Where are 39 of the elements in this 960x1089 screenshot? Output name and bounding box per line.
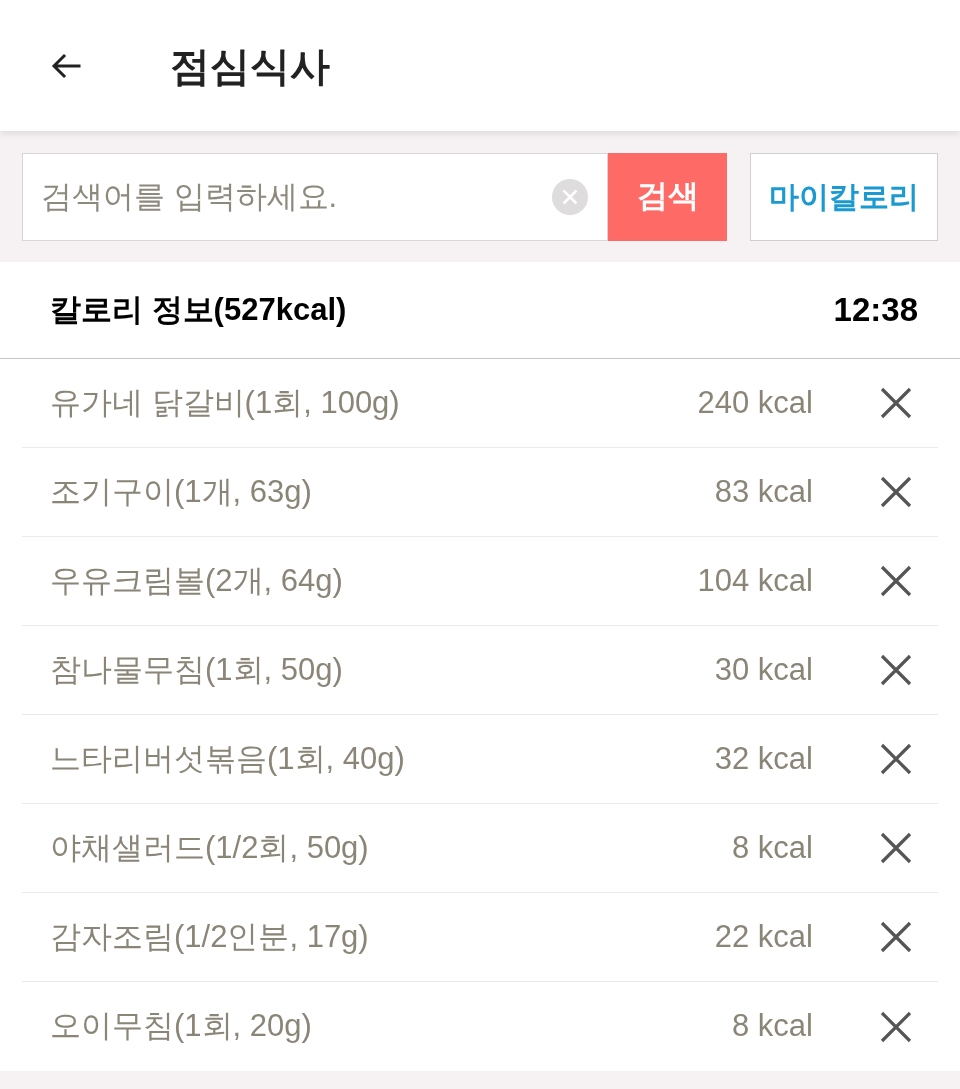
meal-time: 12:38 [833,290,918,331]
delete-button[interactable] [879,475,913,509]
delete-button[interactable] [879,831,913,865]
food-name: 조기구이(1개, 63g) [50,472,313,511]
close-icon [880,565,912,597]
food-name: 오이무침(1회, 20g) [50,1007,313,1046]
delete-button[interactable] [879,1009,913,1044]
food-calories: 8 kcal [732,1007,813,1046]
search-field[interactable]: 검색어를 입력하세요. [22,152,609,241]
food-name: 우유크림볼(2개, 64g) [50,561,344,600]
close-icon [880,1010,912,1043]
food-name: 느타리버섯볶음(1회, 40g) [50,739,406,778]
food-calories: 240 kcal [697,383,813,422]
close-icon [880,921,912,953]
close-icon [880,476,912,508]
food-calories: 83 kcal [714,472,813,511]
my-calorie-button[interactable]: 마이칼로리 [750,152,938,241]
delete-button[interactable] [879,742,913,776]
food-calories: 104 kcal [697,561,813,600]
delete-button[interactable] [879,920,913,954]
search-button[interactable]: 검색 [608,152,728,241]
food-name: 유가네 닭갈비(1회, 100g) [50,383,401,422]
food-calories: 32 kcal [714,739,813,778]
delete-button[interactable] [879,653,913,687]
close-icon [880,387,912,419]
delete-button[interactable] [879,386,913,420]
close-icon [880,654,912,686]
food-name: 감자조림(1/2인분, 17g) [50,917,370,956]
delete-button[interactable] [879,564,913,598]
food-calories: 30 kcal [714,650,813,689]
food-name: 참나물무침(1회, 50g) [50,650,344,689]
food-name: 야채샐러드(1/2회, 50g) [50,828,370,867]
close-icon [880,832,912,864]
close-icon [880,743,912,775]
food-calories: 8 kcal [732,828,813,867]
back-arrow-icon [51,52,81,79]
page-title: 점심식사 [170,42,330,90]
food-calories: 22 kcal [714,917,813,956]
calorie-info-title: 칼로리 정보(527kcal) [50,290,347,329]
